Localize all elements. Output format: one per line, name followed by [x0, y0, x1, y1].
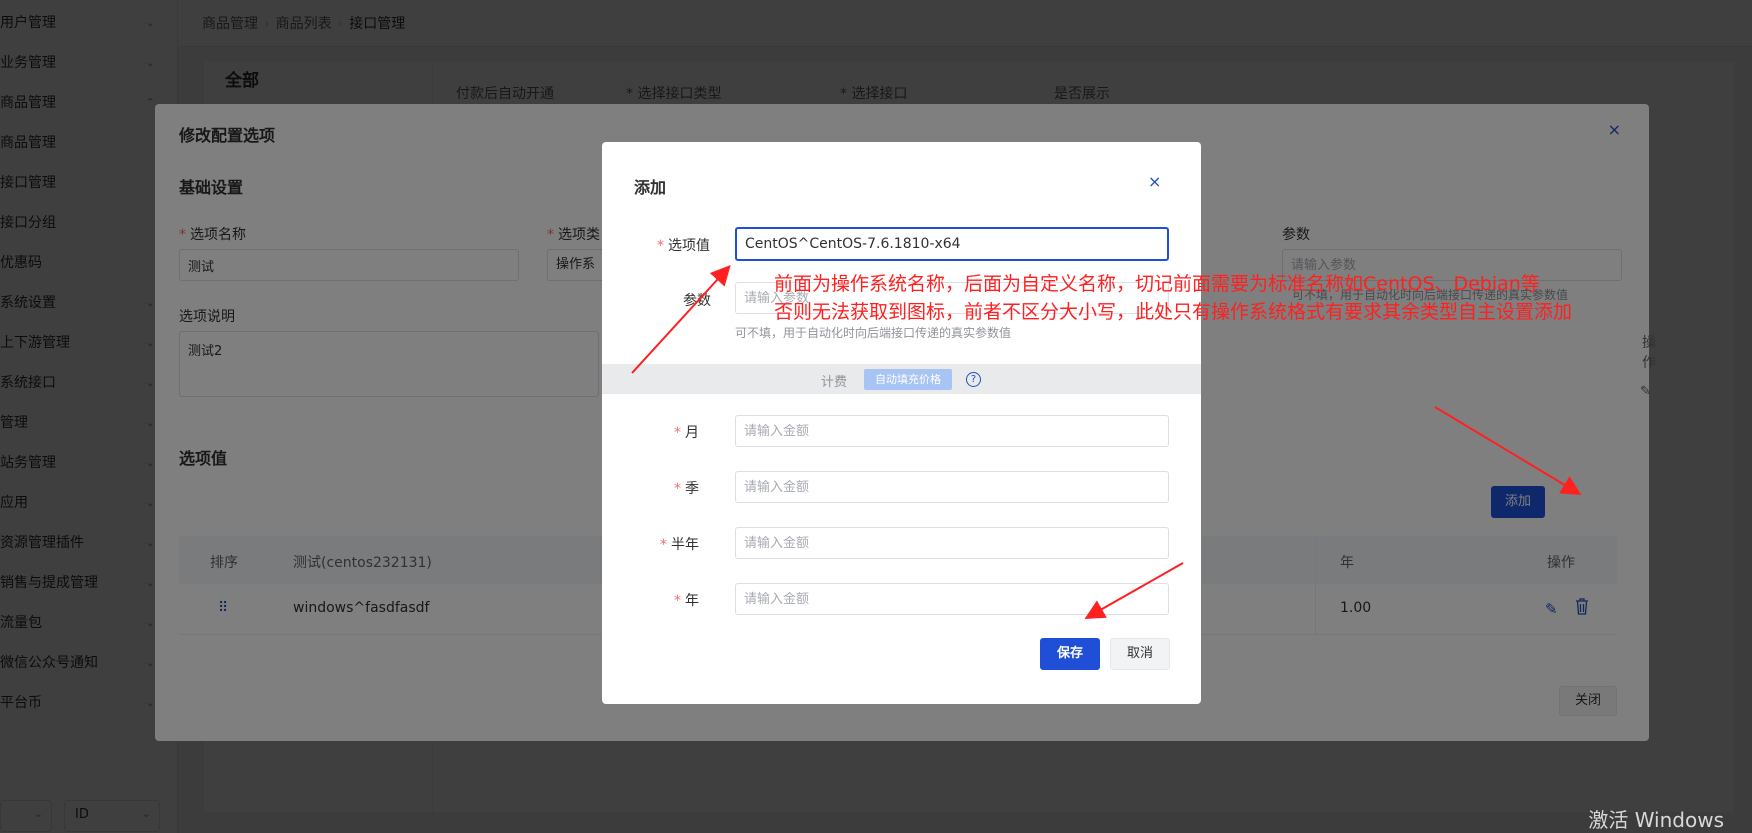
windows-activation-watermark: 激活 Windows: [1588, 808, 1724, 832]
annotation-arrow: [1084, 562, 1184, 619]
annotation-arrow: [631, 265, 731, 374]
annotation-arrows: [631, 265, 1582, 619]
annotation-arrow: [1434, 406, 1582, 496]
